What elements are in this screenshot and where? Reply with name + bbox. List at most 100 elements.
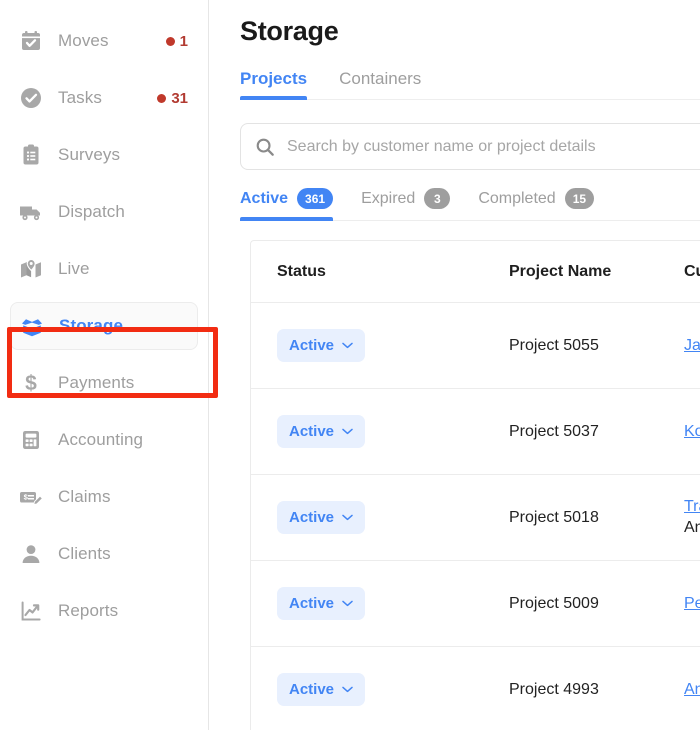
status-dropdown[interactable]: Active bbox=[277, 501, 366, 534]
sidebar-item-label: Live bbox=[58, 259, 90, 278]
cell-project-name: Project 5037 bbox=[509, 422, 599, 440]
customer-link[interactable]: Koc bbox=[684, 423, 700, 441]
moves-badge: 1 bbox=[165, 32, 188, 50]
badge-count: 1 bbox=[179, 32, 188, 50]
sidebar-item-label: Surveys bbox=[58, 145, 121, 164]
open-box-icon bbox=[19, 313, 45, 339]
sidebar-item-label: Tasks bbox=[58, 88, 102, 107]
column-header-project-name: Project Name bbox=[509, 262, 612, 280]
cell-customer: Anc bbox=[684, 681, 700, 699]
table-row[interactable]: Active Project 5018 Trai Anc bbox=[251, 475, 700, 561]
check-edit-icon: $ bbox=[18, 484, 44, 510]
table-row[interactable]: Active Project 5055 Jarr bbox=[251, 303, 700, 389]
customer-link[interactable]: Pete bbox=[684, 595, 700, 613]
status-dropdown[interactable]: Active bbox=[277, 415, 366, 448]
filter-tab-label: Completed bbox=[478, 189, 556, 207]
customer-link[interactable]: Anc bbox=[684, 681, 700, 699]
sidebar-item-tasks[interactable]: Tasks 31 bbox=[10, 74, 198, 122]
tab-containers[interactable]: Containers bbox=[339, 69, 421, 99]
sidebar-item-moves[interactable]: Moves 1 bbox=[10, 17, 198, 65]
main-content: Storage Projects Containers Active 361 E… bbox=[209, 0, 700, 730]
sidebar: Moves 1 Tasks 31 Surveys Dispatch Live S… bbox=[0, 0, 218, 730]
svg-text:$: $ bbox=[25, 372, 37, 395]
sidebar-item-clients[interactable]: Clients bbox=[10, 530, 198, 578]
check-circle-icon bbox=[18, 85, 44, 111]
sidebar-item-label: Dispatch bbox=[58, 202, 125, 221]
tasks-badge: 31 bbox=[157, 90, 188, 107]
page-title: Storage bbox=[240, 16, 339, 46]
sidebar-item-label: Storage bbox=[59, 316, 123, 335]
status-dropdown[interactable]: Active bbox=[277, 587, 366, 620]
notification-dot-icon bbox=[157, 93, 167, 103]
projects-table: Status Project Name Cust Active Project … bbox=[250, 240, 700, 730]
cell-customer: Pete bbox=[684, 595, 700, 613]
cell-status: Active bbox=[277, 673, 509, 706]
cell-project-name: Project 5055 bbox=[509, 336, 599, 354]
status-dropdown[interactable]: Active bbox=[277, 673, 366, 706]
chevron-down-icon bbox=[342, 428, 353, 435]
filter-tab-completed[interactable]: Completed 15 bbox=[478, 188, 595, 220]
table-row[interactable]: Active Project 5009 Pete bbox=[251, 561, 700, 647]
cell-project-name: Project 5018 bbox=[509, 508, 599, 526]
sidebar-item-surveys[interactable]: Surveys bbox=[10, 131, 198, 179]
clipboard-list-icon bbox=[18, 142, 44, 168]
badge-count: 31 bbox=[171, 89, 188, 107]
table-row[interactable]: Active Project 4993 Anc bbox=[251, 647, 700, 730]
sidebar-item-storage[interactable]: Storage bbox=[10, 302, 198, 350]
cell-status: Active bbox=[277, 587, 509, 620]
sidebar-item-label: Payments bbox=[58, 373, 135, 392]
filter-count-badge: 361 bbox=[297, 188, 334, 209]
chevron-down-icon bbox=[342, 600, 353, 607]
calendar-check-icon bbox=[18, 28, 44, 54]
cell-customer: Jarr bbox=[684, 337, 700, 355]
status-label: Active bbox=[289, 423, 335, 440]
status-label: Active bbox=[289, 337, 335, 354]
cell-status: Active bbox=[277, 415, 509, 448]
sidebar-item-payments[interactable]: $ Payments bbox=[10, 359, 198, 407]
truck-icon bbox=[18, 199, 44, 225]
filter-tab-bar: Active 361 Expired 3 Completed 15 bbox=[240, 188, 700, 221]
cell-customer: Koc bbox=[684, 423, 700, 441]
cell-project-name: Project 4993 bbox=[509, 680, 599, 698]
table-row[interactable]: Active Project 5037 Koc bbox=[251, 389, 700, 475]
filter-tab-expired[interactable]: Expired 3 bbox=[361, 188, 451, 220]
chevron-down-icon bbox=[342, 686, 353, 693]
app-root: Moves 1 Tasks 31 Surveys Dispatch Live S… bbox=[0, 0, 700, 730]
dollar-sign-icon: $ bbox=[18, 370, 44, 396]
customer-secondary-line: Anc bbox=[684, 519, 700, 536]
status-label: Active bbox=[289, 509, 335, 526]
notification-dot-icon bbox=[165, 36, 175, 46]
calculator-icon bbox=[18, 427, 44, 453]
filter-tab-active[interactable]: Active 361 bbox=[240, 188, 334, 221]
chevron-down-icon bbox=[342, 514, 353, 521]
sidebar-item-claims[interactable]: $ Claims bbox=[10, 473, 198, 521]
top-tab-bar: Projects Containers bbox=[240, 69, 700, 100]
sidebar-item-label: Claims bbox=[58, 487, 111, 506]
sidebar-item-label: Reports bbox=[58, 601, 119, 620]
tab-projects[interactable]: Projects bbox=[240, 69, 308, 100]
chevron-down-icon bbox=[342, 342, 353, 349]
sidebar-item-reports[interactable]: Reports bbox=[10, 587, 198, 635]
status-label: Active bbox=[289, 681, 335, 698]
cell-status: Active bbox=[277, 501, 509, 534]
column-header-customer: Cust bbox=[684, 262, 700, 280]
person-icon bbox=[18, 541, 44, 567]
search-icon bbox=[255, 137, 277, 157]
status-label: Active bbox=[289, 595, 335, 612]
filter-tab-label: Expired bbox=[361, 189, 416, 207]
status-dropdown[interactable]: Active bbox=[277, 329, 366, 362]
filter-count-badge: 3 bbox=[424, 188, 451, 209]
filter-tab-label: Active bbox=[240, 189, 289, 207]
sidebar-item-label: Accounting bbox=[58, 430, 144, 449]
sidebar-item-accounting[interactable]: Accounting bbox=[10, 416, 198, 464]
cell-project-name: Project 5009 bbox=[509, 594, 599, 612]
search-input[interactable] bbox=[287, 137, 700, 156]
cell-customer: Trai Anc bbox=[684, 498, 700, 537]
sidebar-item-dispatch[interactable]: Dispatch bbox=[10, 188, 198, 236]
map-pin-icon bbox=[18, 256, 44, 282]
customer-link[interactable]: Jarr bbox=[684, 337, 700, 355]
customer-link[interactable]: Trai bbox=[684, 498, 700, 516]
sidebar-item-live[interactable]: Live bbox=[10, 245, 198, 293]
filter-count-badge: 15 bbox=[564, 188, 595, 209]
search-bar[interactable] bbox=[240, 123, 700, 170]
